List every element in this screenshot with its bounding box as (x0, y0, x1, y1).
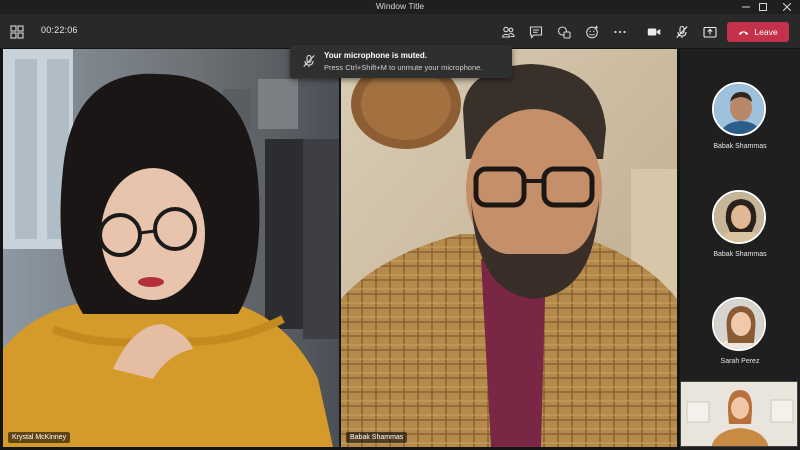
close-icon (783, 3, 791, 11)
microphone-button[interactable] (673, 23, 691, 41)
people-icon (501, 26, 515, 38)
participant-name: Babak Shammas (713, 251, 767, 258)
participant-name: Babak Shammas (713, 143, 767, 150)
avatar-photo (714, 299, 764, 349)
reactions-icon (586, 25, 598, 39)
share-button[interactable] (701, 23, 719, 41)
people-button[interactable] (499, 23, 517, 41)
participant-name: Sarah Perez (720, 358, 760, 365)
participant-video (341, 49, 677, 447)
avatar (712, 190, 766, 244)
participant-name-tag: Krystal McKinney (8, 432, 71, 443)
share-tray-button[interactable] (555, 23, 573, 41)
window-title: Window Title (375, 1, 425, 11)
maximize-icon (759, 3, 767, 11)
mic-muted-icon (676, 25, 688, 38)
more-icon (614, 30, 626, 34)
more-button[interactable] (611, 23, 629, 41)
chat-button[interactable] (527, 23, 545, 41)
leave-label: Leave (754, 27, 778, 37)
meeting-toolbar: 00:22:06 Leave (0, 14, 800, 49)
grid-view-button[interactable] (8, 23, 26, 41)
avatar-photo (714, 84, 764, 134)
close-button[interactable] (776, 0, 798, 14)
video-tile-krystal[interactable]: Krystal McKinney (3, 49, 339, 447)
notification-title: Your microphone is muted. (324, 51, 427, 60)
muted-notification: Your microphone is muted. Press Ctrl+Shi… (290, 45, 512, 78)
chat-icon (529, 26, 543, 39)
share-icon (703, 26, 717, 38)
video-tile-babak[interactable]: Babak Shammas (341, 49, 677, 447)
leave-button[interactable]: Leave (727, 22, 789, 42)
camera-button[interactable] (645, 23, 663, 41)
maximize-button[interactable] (752, 0, 774, 14)
camera-icon (647, 28, 661, 36)
grid-view-icon (10, 25, 24, 39)
avatar (712, 297, 766, 351)
self-view-image (681, 382, 797, 446)
mic-muted-icon (303, 54, 315, 67)
share-tray-icon (557, 26, 571, 39)
participant-video (3, 49, 339, 447)
title-bar: Window Title (0, 0, 800, 14)
phone-hangup-icon (739, 30, 749, 35)
self-view-video[interactable] (680, 381, 798, 447)
avatar-photo (714, 192, 764, 242)
participant-name-tag: Babak Shammas (346, 432, 408, 443)
avatar (712, 82, 766, 136)
notification-message: Press Ctrl+Shift+M to unmute your microp… (324, 63, 483, 72)
meeting-timer: 00:22:06 (41, 25, 78, 35)
reactions-button[interactable] (583, 23, 601, 41)
minimize-icon (742, 6, 750, 8)
